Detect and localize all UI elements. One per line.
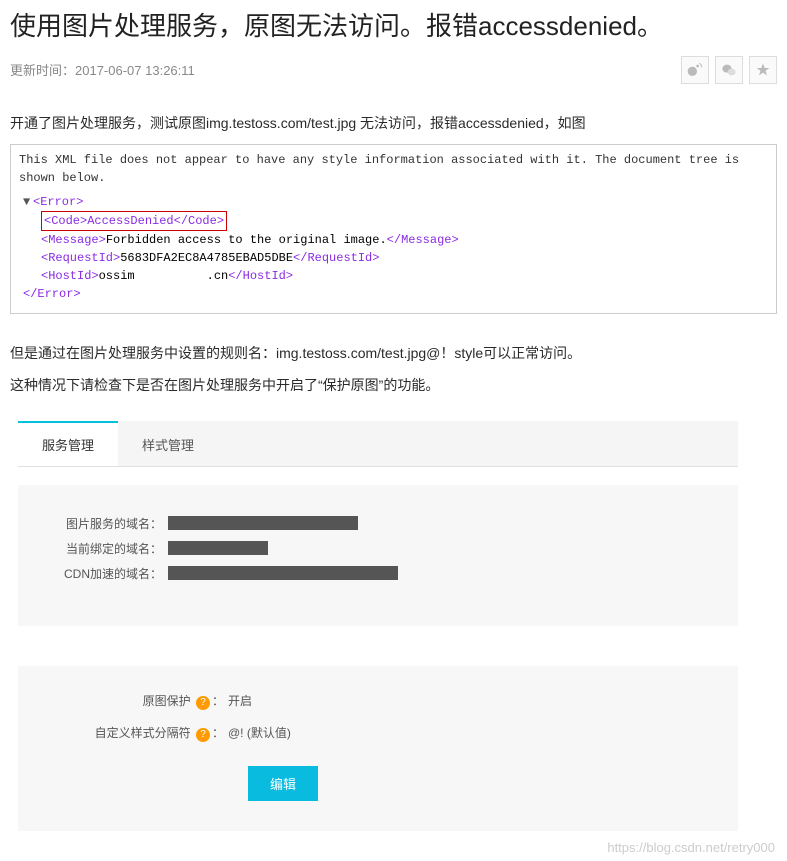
protect-panel: 原图保护 ?： 开启 自定义样式分隔符 ?： @! (默认值) 编辑 bbox=[18, 666, 738, 831]
value-protect: 开启 bbox=[228, 692, 252, 709]
tree-toggle-icon[interactable]: ▼ bbox=[23, 193, 33, 211]
xml-hostid-text: ossim .cn bbox=[99, 269, 229, 283]
paragraph-3: 这种情况下请检查下是否在图片处理服务中开启了“保护原图”的功能。 bbox=[10, 374, 777, 396]
paragraph-2: 但是通过在图片处理服务中设置的规则名：img.testoss.com/test.… bbox=[10, 342, 777, 364]
help-icon[interactable]: ? bbox=[196, 728, 210, 742]
xml-error-block: This XML file does not appear to have an… bbox=[10, 144, 777, 314]
weibo-icon[interactable] bbox=[681, 56, 709, 84]
page-title: 使用图片处理服务，原图无法访问。报错accessdenied。 bbox=[10, 8, 777, 46]
xml-message-open: <Message> bbox=[41, 233, 106, 247]
help-icon[interactable]: ? bbox=[196, 696, 210, 710]
xml-code-highlight: <Code>AccessDenied</Code> bbox=[41, 211, 227, 231]
xml-code-line: <Code>AccessDenied</Code> bbox=[44, 214, 224, 228]
xml-error-open: <Error> bbox=[33, 195, 83, 209]
xml-reqid-close: </RequestId> bbox=[293, 251, 379, 265]
row-separator: 自定义样式分隔符 ?： @! (默认值) bbox=[48, 724, 708, 742]
row-cdn-domain: CDN加速的域名： bbox=[48, 565, 708, 582]
paragraph-1: 开通了图片处理服务，测试原图img.testoss.com/test.jpg 无… bbox=[10, 112, 777, 134]
redacted-value bbox=[168, 516, 358, 530]
xml-tree: ▼<Error> <Code>AccessDenied</Code> <Mess… bbox=[19, 193, 768, 303]
watermark: https://blog.csdn.net/retry000 bbox=[607, 840, 775, 855]
update-time-value: 2017-06-07 13:26:11 bbox=[75, 63, 195, 78]
xml-header: This XML file does not appear to have an… bbox=[19, 151, 768, 187]
colon: ： bbox=[212, 726, 224, 740]
settings-panel: 服务管理 样式管理 图片服务的域名： 当前绑定的域名： CDN加速的域名： 原图… bbox=[18, 421, 738, 831]
colon: ： bbox=[212, 694, 224, 708]
redacted-value bbox=[168, 541, 268, 555]
redacted-value bbox=[168, 566, 398, 580]
xml-reqid-open: <RequestId> bbox=[41, 251, 120, 265]
xml-hostid-close: </HostId> bbox=[228, 269, 293, 283]
share-icons bbox=[681, 56, 777, 84]
tabs: 服务管理 样式管理 bbox=[18, 421, 738, 467]
row-image-domain: 图片服务的域名： bbox=[48, 515, 708, 532]
update-label: 更新时间： bbox=[10, 63, 75, 78]
xml-error-close: </Error> bbox=[23, 287, 81, 301]
label-cdn-domain: CDN加速的域名： bbox=[48, 565, 168, 582]
xml-reqid-text: 5683DFA2EC8A4785EBAD5DBE bbox=[120, 251, 293, 265]
label-bound-domain: 当前绑定的域名： bbox=[48, 540, 168, 557]
xml-message-text: Forbidden access to the original image. bbox=[106, 233, 387, 247]
label-separator: 自定义样式分隔符 bbox=[95, 726, 191, 740]
xml-hostid-open: <HostId> bbox=[41, 269, 99, 283]
row-protect: 原图保护 ?： 开启 bbox=[48, 692, 708, 710]
value-separator: @! (默认值) bbox=[228, 724, 291, 741]
edit-button[interactable]: 编辑 bbox=[248, 766, 318, 801]
meta-row: 更新时间：2017-06-07 13:26:11 bbox=[10, 56, 777, 84]
tab-service[interactable]: 服务管理 bbox=[18, 421, 118, 466]
update-time: 更新时间：2017-06-07 13:26:11 bbox=[10, 60, 195, 79]
star-icon[interactable] bbox=[749, 56, 777, 84]
label-protect: 原图保护 bbox=[143, 694, 191, 708]
row-bound-domain: 当前绑定的域名： bbox=[48, 540, 708, 557]
domain-panel: 图片服务的域名： 当前绑定的域名： CDN加速的域名： bbox=[18, 485, 738, 626]
label-image-domain: 图片服务的域名： bbox=[48, 515, 168, 532]
tab-style[interactable]: 样式管理 bbox=[118, 421, 218, 466]
xml-message-close: </Message> bbox=[387, 233, 459, 247]
wechat-icon[interactable] bbox=[715, 56, 743, 84]
